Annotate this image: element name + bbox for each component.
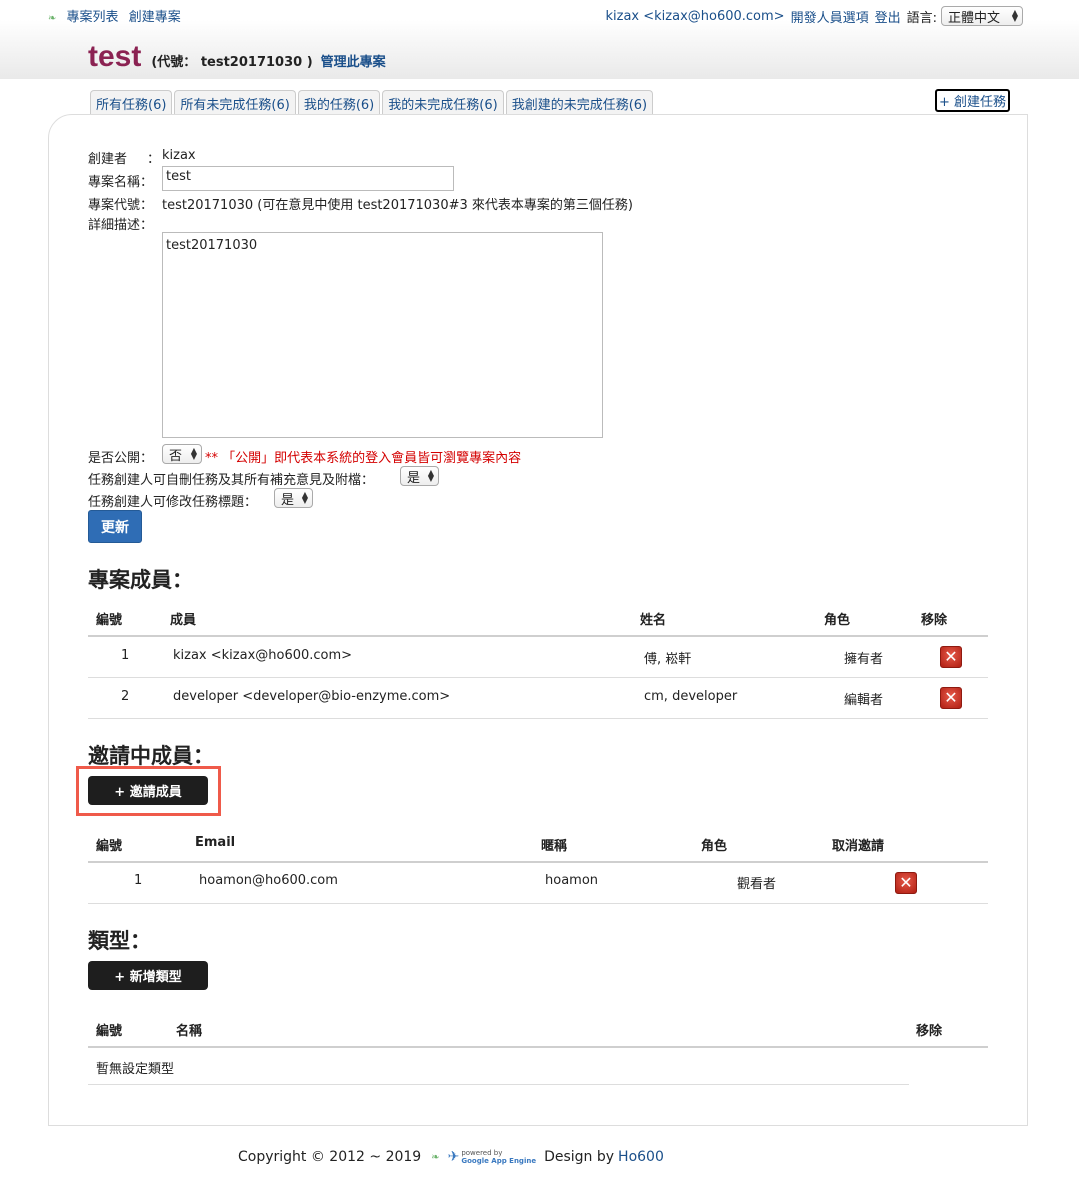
project-list-link[interactable]: 專案列表 (67, 10, 119, 25)
edit-permission-value: 是 (281, 492, 295, 508)
delete-permission-value: 是 (407, 470, 421, 486)
table-row-divider (88, 718, 988, 719)
invited-row-1-role: 觀看者 (737, 877, 777, 892)
members-row-2-no: 2 (121, 689, 130, 704)
members-row-2-member: developer <developer@bio-enzyme.com> (173, 689, 451, 704)
members-header-name: 姓名 (640, 613, 667, 628)
members-row-2-role: 編輯者 (844, 693, 884, 708)
project-code-label: 專案代號： (88, 198, 154, 213)
footer: Copyright © 2012 ~ 2019 ❧ ✈ powered by G… (238, 1149, 664, 1165)
gae-name-text: Google App Engine (461, 1157, 537, 1165)
table-row-divider (88, 903, 988, 904)
delete-permission-label: 任務創建人可自刪任務及其所有補充意見及附檔： (88, 473, 375, 488)
project-name-input[interactable]: test (162, 166, 454, 191)
cancel-invite-1-icon[interactable]: ✕ (895, 872, 917, 894)
public-select[interactable]: 否 ▲ ▼ (162, 444, 202, 464)
tab-my-created-open-tasks[interactable]: 我創建的未完成任務(6) (505, 90, 654, 116)
members-header-divider (88, 635, 988, 637)
invited-header-divider (88, 861, 988, 863)
invited-row-1-email: hoamon@ho600.com (199, 873, 338, 888)
table-row-divider (88, 677, 988, 678)
types-empty-message: 暫無設定類型 (96, 1062, 175, 1077)
designer-link[interactable]: Ho600 (618, 1149, 664, 1165)
tab-all-open-tasks[interactable]: 所有未完成任務(6) (174, 90, 296, 116)
logout-link[interactable]: 登出 (875, 7, 901, 26)
invite-member-button[interactable]: + 邀請成員 (88, 776, 208, 805)
description-label: 詳細描述： (88, 218, 154, 233)
members-row-1-name: 傅, 崧軒 (644, 652, 692, 667)
table-row-divider (88, 1084, 909, 1085)
members-header-role: 角色 (824, 613, 851, 628)
invited-row-1-no: 1 (134, 873, 143, 888)
types-header-divider (88, 1046, 988, 1048)
members-row-2-name: cm, developer (644, 689, 738, 704)
select-arrows-icon: ▲ ▼ (190, 446, 197, 461)
create-task-button[interactable]: + 創建任務 (935, 89, 1011, 112)
task-tabs: 所有任務(6) 所有未完成任務(6) 我的任務(6) 我的未完成任務(6) 我創… (90, 90, 655, 116)
project-header: test (代號： test20171030 ) 管理此專案 (88, 40, 386, 74)
public-label: 是否公開： (88, 451, 154, 466)
create-project-link[interactable]: 創建專案 (129, 10, 181, 25)
delete-permission-select[interactable]: 是 ▲ ▼ (400, 466, 439, 486)
public-note: ** 「公開」即代表本系統的登入會員皆可瀏覽專案內容 (205, 451, 522, 466)
manage-project-link[interactable]: 管理此專案 (321, 51, 386, 70)
leaf-icon: ❧ (48, 13, 57, 24)
creator-separator: ： (147, 152, 161, 167)
tab-my-tasks[interactable]: 我的任務(6) (297, 90, 381, 116)
types-header-name: 名稱 (176, 1024, 203, 1039)
edit-permission-select[interactable]: 是 ▲ ▼ (274, 488, 313, 508)
members-header-no: 編號 (96, 613, 123, 628)
remove-member-1-icon[interactable]: ✕ (940, 646, 962, 668)
project-code: (代號： test20171030 ) (151, 55, 313, 70)
types-header-no: 編號 (96, 1024, 123, 1039)
select-arrows-icon: ▲ ▼ (1011, 8, 1018, 23)
copyright-text: Copyright © 2012 ~ 2019 (238, 1149, 422, 1165)
user-link[interactable]: kizax <kizax@ho600.com> (606, 9, 785, 24)
gae-text: powered by Google App Engine (461, 1149, 536, 1165)
members-row-1-role: 擁有者 (844, 652, 884, 667)
invited-row-1-nickname: hoamon (545, 873, 599, 888)
invited-header-nickname: 暱稱 (541, 839, 568, 854)
members-row-1-member: kizax <kizax@ho600.com> (173, 648, 353, 663)
project-title: test (88, 40, 142, 73)
update-button[interactable]: 更新 (88, 510, 142, 543)
members-header-member: 成員 (170, 613, 197, 628)
types-title: 類型： (88, 929, 151, 953)
invited-header-cancel: 取消邀請 (832, 839, 885, 854)
language-select-value: 正體中文 (948, 10, 1001, 26)
dev-options-link[interactable]: 開發人員選項 (791, 7, 869, 26)
project-code-value: test20171030 (可在意見中使用 test20171030#3 來代表… (162, 198, 633, 213)
public-select-value: 否 (169, 448, 183, 464)
top-nav-left: ❧ 專案列表 創建專案 (48, 6, 187, 25)
gae-powered-text: powered by (461, 1149, 503, 1157)
app-engine-icon: ✈ (447, 1149, 460, 1165)
remove-member-2-icon[interactable]: ✕ (940, 687, 962, 709)
select-arrows-icon: ▲ ▼ (427, 468, 434, 483)
gae-badge[interactable]: ✈ powered by Google App Engine (448, 1149, 536, 1165)
language-label: 語言: (906, 10, 937, 26)
tab-all-tasks[interactable]: 所有任務(6) (90, 90, 173, 116)
types-header-remove: 移除 (916, 1024, 943, 1039)
project-name-label: 專案名稱： (88, 175, 154, 190)
members-title: 專案成員： (88, 568, 193, 592)
invited-header-role: 角色 (701, 839, 728, 854)
creator-label: 創建者 (88, 152, 128, 167)
invited-header-email: Email (195, 835, 236, 850)
members-row-1-no: 1 (121, 648, 130, 663)
add-type-button[interactable]: + 新增類型 (88, 961, 208, 990)
description-textarea[interactable]: test20171030 (162, 232, 603, 438)
language-select[interactable]: 正體中文 ▲ ▼ (941, 6, 1023, 26)
top-nav-right: kizax <kizax@ho600.com> 開發人員選項 登出 語言: 正體… (600, 6, 1023, 26)
members-header-remove: 移除 (921, 613, 948, 628)
leaf-icon: ❧ (431, 1151, 440, 1163)
creator-value: kizax (162, 148, 196, 163)
invited-header-no: 編號 (96, 839, 123, 854)
tab-my-open-tasks[interactable]: 我的未完成任務(6) (382, 90, 504, 116)
edit-permission-label: 任務創建人可修改任務標題： (88, 495, 258, 510)
design-by-text: Design by (544, 1149, 615, 1165)
select-arrows-icon: ▲ ▼ (301, 490, 308, 505)
